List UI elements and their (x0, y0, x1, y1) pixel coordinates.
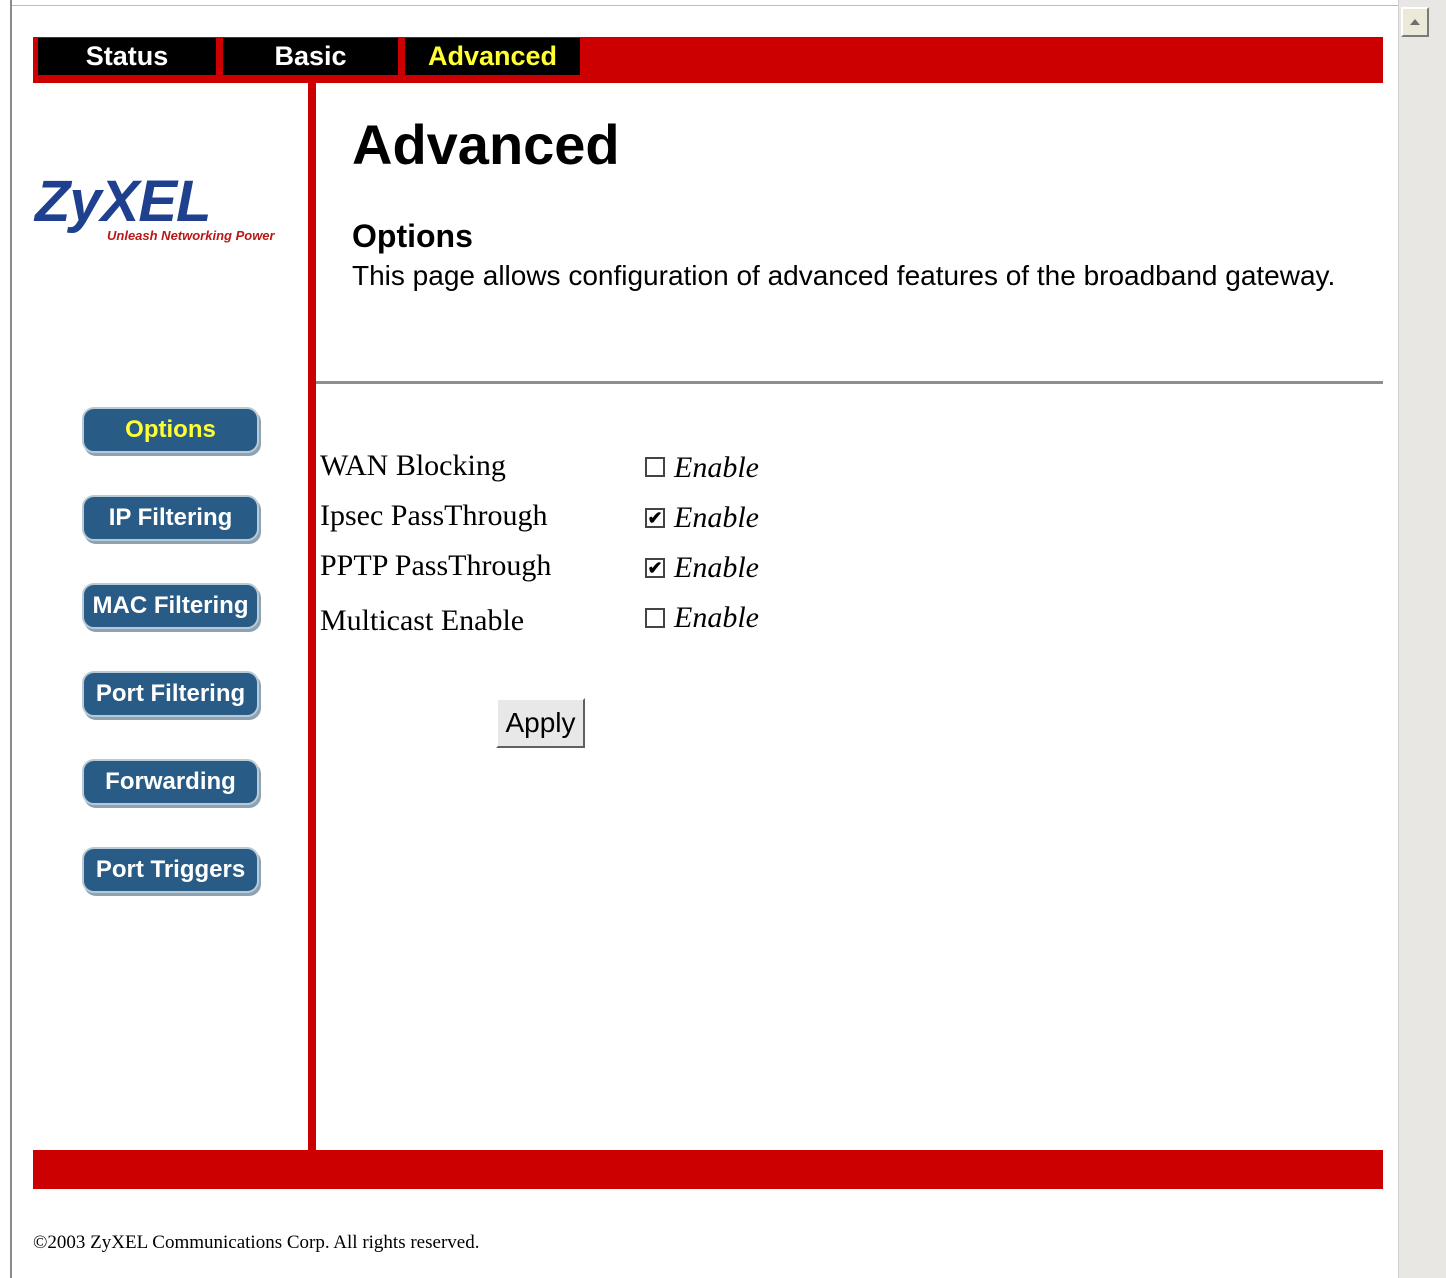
scroll-up-button[interactable] (1401, 7, 1429, 37)
pptp-passthrough-label: PPTP PassThrough (320, 549, 552, 582)
pptp-passthrough-checkbox[interactable]: ✔ (645, 558, 665, 578)
horizontal-rule (316, 381, 1383, 384)
logo-tagline: Unleash Networking Power (107, 228, 275, 243)
sidebar-item-options[interactable]: Options (82, 407, 259, 453)
logo-brand: ZyXEL (35, 169, 211, 234)
section-description: This page allows configuration of advanc… (352, 260, 1336, 291)
wan-blocking-checkbox[interactable] (645, 457, 665, 477)
multicast-enable-enable-label: Enable (674, 601, 759, 634)
bottom-bar (33, 1150, 1383, 1189)
zyxel-logo: ZyXEL Unleash Networking Power (33, 170, 308, 250)
wan-blocking-label: WAN Blocking (320, 449, 506, 482)
vertical-scrollbar[interactable] (1398, 0, 1446, 1278)
ipsec-passthrough-enable-label: Enable (674, 501, 759, 534)
sidebar-item-ip-filtering[interactable]: IP Filtering (82, 495, 259, 541)
window-top-border (12, 0, 1398, 6)
multicast-enable-checkbox[interactable] (645, 608, 665, 628)
tab-status[interactable]: Status (38, 38, 216, 75)
tab-basic[interactable]: Basic (223, 38, 398, 75)
sidebar-item-forwarding[interactable]: Forwarding (82, 759, 259, 805)
tab-advanced[interactable]: Advanced (405, 38, 580, 75)
vertical-divider (308, 83, 316, 1151)
copyright-footer: ©2003 ZyXEL Communications Corp. All rig… (33, 1232, 480, 1253)
multicast-enable-label: Multicast Enable (320, 604, 525, 637)
ipsec-passthrough-checkbox[interactable]: ✔ (645, 508, 665, 528)
section-title: Options (352, 218, 473, 254)
ipsec-passthrough-label: Ipsec PassThrough (320, 499, 548, 532)
window-left-border (0, 0, 12, 1278)
arrow-up-icon (1410, 19, 1420, 25)
sidebar-item-port-triggers[interactable]: Port Triggers (82, 847, 259, 893)
apply-button[interactable]: Apply (496, 698, 585, 748)
top-navigation-bar: Status Basic Advanced (33, 37, 1383, 83)
sidebar-item-port-filtering[interactable]: Port Filtering (82, 671, 259, 717)
page-title: Advanced (352, 113, 620, 176)
sidebar-item-mac-filtering[interactable]: MAC Filtering (82, 583, 259, 629)
pptp-passthrough-enable-label: Enable (674, 551, 759, 584)
wan-blocking-enable-label: Enable (674, 451, 759, 484)
